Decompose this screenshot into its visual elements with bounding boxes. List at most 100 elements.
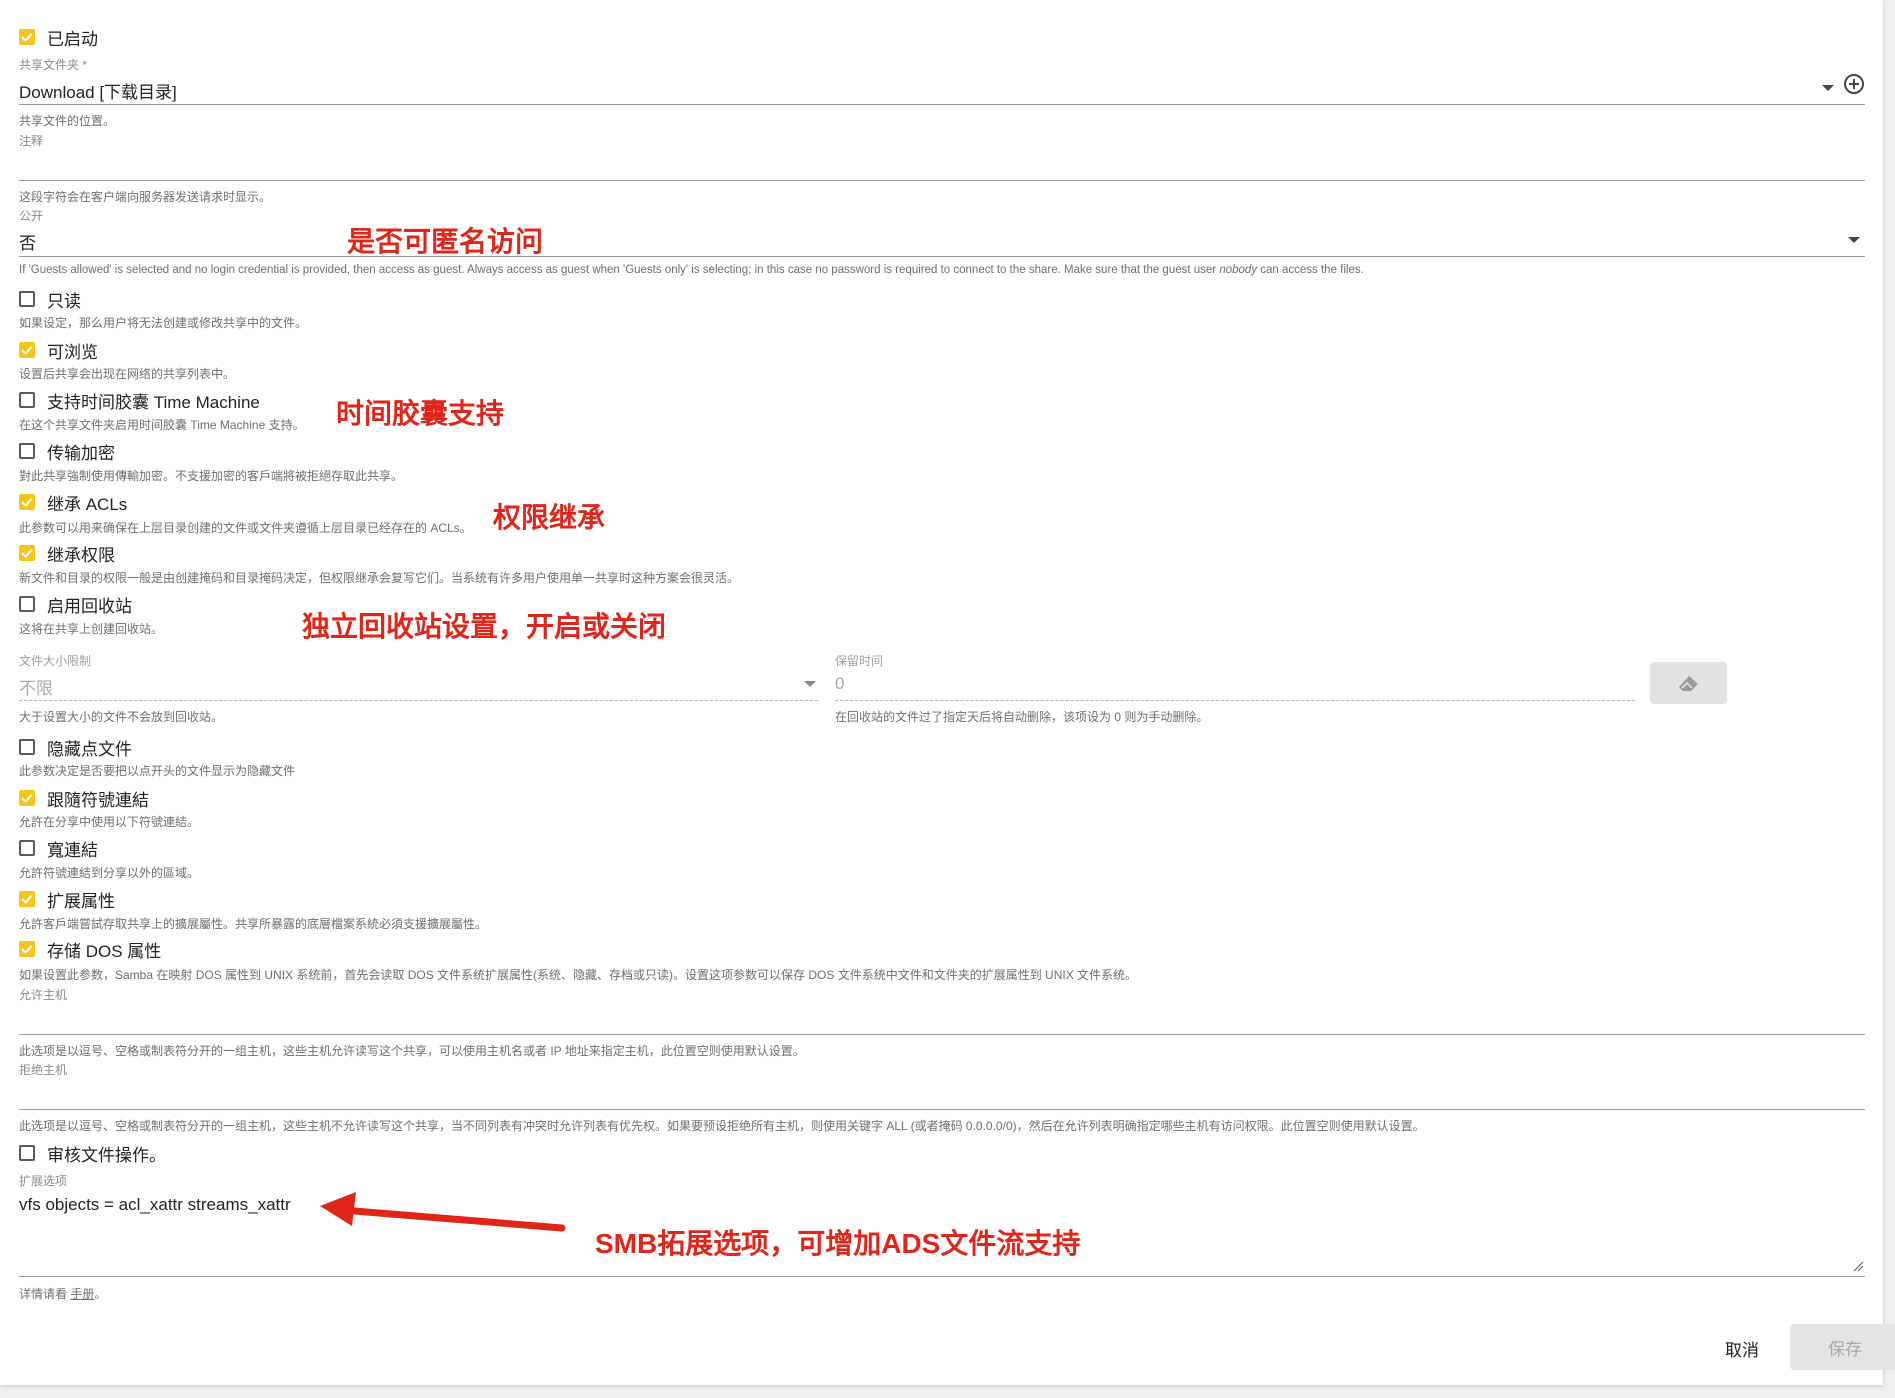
checkbox-hint: 这将在共享上创建回收站。 (19, 622, 164, 636)
checkbox-label: 继承权限 (47, 545, 115, 565)
checkbox-label: 隐藏点文件 (47, 739, 132, 759)
checkbox-label: 跟隨符號連結 (47, 790, 149, 810)
annotation-time-machine: 时间胶囊支持 (336, 398, 505, 429)
hide-dot-files-checkbox[interactable]: 隐藏点文件 (19, 735, 132, 759)
extra-options-hint-text: 详情请看 (19, 1287, 71, 1301)
add-circle-icon[interactable] (1843, 73, 1865, 95)
size-limit-select[interactable]: 不限 (19, 674, 53, 699)
audit-checkbox[interactable]: 审核文件操作。 (19, 1141, 166, 1165)
annotation-arrow-icon (320, 1192, 566, 1232)
extra-options-hint: 详情请看 手册。 (19, 1285, 106, 1302)
eraser-icon (1678, 676, 1698, 691)
extra-options-textarea[interactable]: vfs objects = acl_xattr streams_xattr (19, 1195, 291, 1215)
checkbox-label: 继承 ACLs (47, 494, 128, 514)
checkbox-label: 可浏览 (47, 342, 98, 362)
hosts-allow-label: 允许主机 (19, 988, 68, 1002)
public-hint-emphasis: nobody (1219, 264, 1258, 276)
checkbox-hint: 此参数可以用来确保在上层目录创建的文件或文件夹遵循上层目录已经存在的 ACLs。 (19, 521, 472, 535)
hosts-deny-hint: 此选项是以逗号、空格或制表符分开的一组主机，这些主机不允许读写这个共享，当不同列… (19, 1119, 1425, 1133)
checkbox-hint: 允許符號連結到分享以外的區域。 (19, 866, 200, 880)
wide-links-checkbox[interactable]: 寬連結 (19, 836, 98, 860)
checkbox-box[interactable] (19, 29, 35, 45)
checkbox-box[interactable] (19, 291, 35, 307)
follow-symlinks-checkbox[interactable]: 跟隨符號連結 (19, 786, 149, 810)
public-hint-text-end: can access the files. (1257, 264, 1364, 276)
checkbox-label: 只读 (47, 291, 81, 311)
annotation-recycle: 独立回收站设置，开启或关闭 (302, 611, 667, 642)
inherit-acls-checkbox[interactable]: 继承 ACLs (19, 490, 127, 514)
chevron-down-icon[interactable] (1822, 85, 1834, 91)
public-label: 公开 (19, 209, 44, 223)
recycle-bin-checkbox[interactable]: 启用回收站 (19, 592, 132, 616)
cancel-button[interactable]: 取消 (1725, 1336, 1759, 1361)
checkbox-label: 传输加密 (47, 443, 115, 463)
field-underline (19, 1034, 1865, 1035)
checkbox-label: 存储 DOS 属性 (47, 941, 162, 961)
checkbox-hint: 设置后共享会出现在网络的共享列表中。 (19, 367, 236, 381)
field-underline (19, 700, 818, 701)
enabled-checkbox[interactable]: 已启动 (19, 25, 98, 49)
size-limit-hint: 大于设置大小的文件不会放到回收站。 (19, 710, 224, 724)
store-dos-attributes-checkbox[interactable]: 存储 DOS 属性 (19, 937, 161, 961)
field-underline (19, 180, 1865, 181)
chevron-down-icon[interactable] (804, 681, 816, 687)
annotation-smb-extra: SMB拓展选项，可增加ADS文件流支持 (595, 1228, 1081, 1259)
checkbox-box[interactable] (19, 342, 35, 358)
chevron-down-icon[interactable] (1848, 237, 1860, 243)
readonly-checkbox[interactable]: 只读 (19, 287, 81, 311)
hosts-deny-label: 拒绝主机 (19, 1063, 68, 1077)
checkbox-box[interactable] (19, 790, 35, 806)
comment-label: 注释 (19, 134, 44, 148)
hosts-allow-input[interactable] (19, 1008, 1859, 1030)
annotation-anonymous: 是否可匿名访问 (347, 226, 544, 257)
shared-folder-hint: 共享文件的位置。 (19, 114, 116, 128)
inherit-permissions-checkbox[interactable]: 继承权限 (19, 541, 115, 565)
share-settings-form: 已启动 共享文件夹 * Download [下载目录] 共享文件的位置。 注释 … (0, 0, 1895, 1385)
shared-folder-select[interactable]: Download [下载目录] (19, 78, 177, 103)
checkbox-hint: 如果设定，那么用户将无法创建或修改共享中的文件。 (19, 316, 308, 330)
checkbox-box[interactable] (19, 891, 35, 907)
checkbox-box[interactable] (19, 739, 35, 755)
audit-label: 审核文件操作。 (47, 1145, 166, 1165)
extended-attributes-checkbox[interactable]: 扩展属性 (19, 887, 115, 911)
field-underline (19, 1276, 1865, 1277)
public-select[interactable]: 否 (19, 229, 36, 254)
shared-folder-label: 共享文件夹 * (19, 58, 88, 72)
save-button[interactable]: 保存 (1790, 1324, 1895, 1370)
checkbox-hint: 允許在分享中使用以下符號連結。 (19, 815, 200, 829)
extra-options-label: 扩展选项 (19, 1174, 68, 1188)
checkbox-hint: 允許客戶端嘗試存取共享上的擴展屬性。共享所暴露的底層檔案系統必須支援擴展屬性。 (19, 917, 488, 931)
field-underline (835, 700, 1635, 701)
checkbox-box[interactable] (19, 1145, 35, 1161)
hosts-allow-hint: 此选项是以逗号、空格或制表符分开的一组主机，这些主机允许读写这个共享，可以使用主… (19, 1044, 805, 1058)
comment-hint: 这段字符会在客户端向服务器发送请求时显示。 (19, 190, 272, 204)
retention-input[interactable]: 0 (835, 674, 844, 694)
checkbox-box[interactable] (19, 596, 35, 612)
resize-handle-icon[interactable] (1852, 1260, 1864, 1272)
checkbox-label: 支持时间胶囊 Time Machine (47, 392, 260, 412)
transport-encryption-checkbox[interactable]: 传输加密 (19, 439, 115, 463)
checkbox-hint: 在这个共享文件夹启用时间胶囊 Time Machine 支持。 (19, 418, 305, 432)
checkbox-box[interactable] (19, 443, 35, 459)
checkbox-label: 启用回收站 (47, 596, 132, 616)
manual-link[interactable]: 手册 (70, 1287, 94, 1301)
comment-input[interactable] (19, 155, 1859, 177)
checkbox-hint: 如果设置此参数，Samba 在映射 DOS 属性到 UNIX 系统前，首先会读取… (19, 968, 1138, 982)
checkbox-box[interactable] (19, 392, 35, 408)
checkbox-box[interactable] (19, 545, 35, 561)
checkbox-hint: 新文件和目录的权限一般是由创建掩码和目录掩码决定，但权限继承会复写它们。当系统有… (19, 571, 740, 585)
hosts-deny-input[interactable] (19, 1083, 1859, 1105)
field-underline (19, 104, 1865, 105)
checkbox-box[interactable] (19, 941, 35, 957)
checkbox-box[interactable] (19, 494, 35, 510)
checkbox-hint: 對此共享強制使用傳輸加密。不支援加密的客戶端將被拒絕存取此共享。 (19, 469, 404, 483)
clear-button[interactable] (1650, 662, 1727, 704)
checkbox-hint: 此参数决定是否要把以点开头的文件显示为隐藏文件 (19, 764, 296, 778)
annotation-acl-inherit: 权限继承 (493, 502, 606, 533)
extra-options-hint-end: 。 (94, 1287, 107, 1301)
checkbox-box[interactable] (19, 840, 35, 856)
checkbox-label: 寬連結 (47, 840, 98, 860)
enabled-label: 已启动 (47, 29, 98, 49)
time-machine-checkbox[interactable]: 支持时间胶囊 Time Machine (19, 388, 260, 412)
browsable-checkbox[interactable]: 可浏览 (19, 338, 98, 362)
